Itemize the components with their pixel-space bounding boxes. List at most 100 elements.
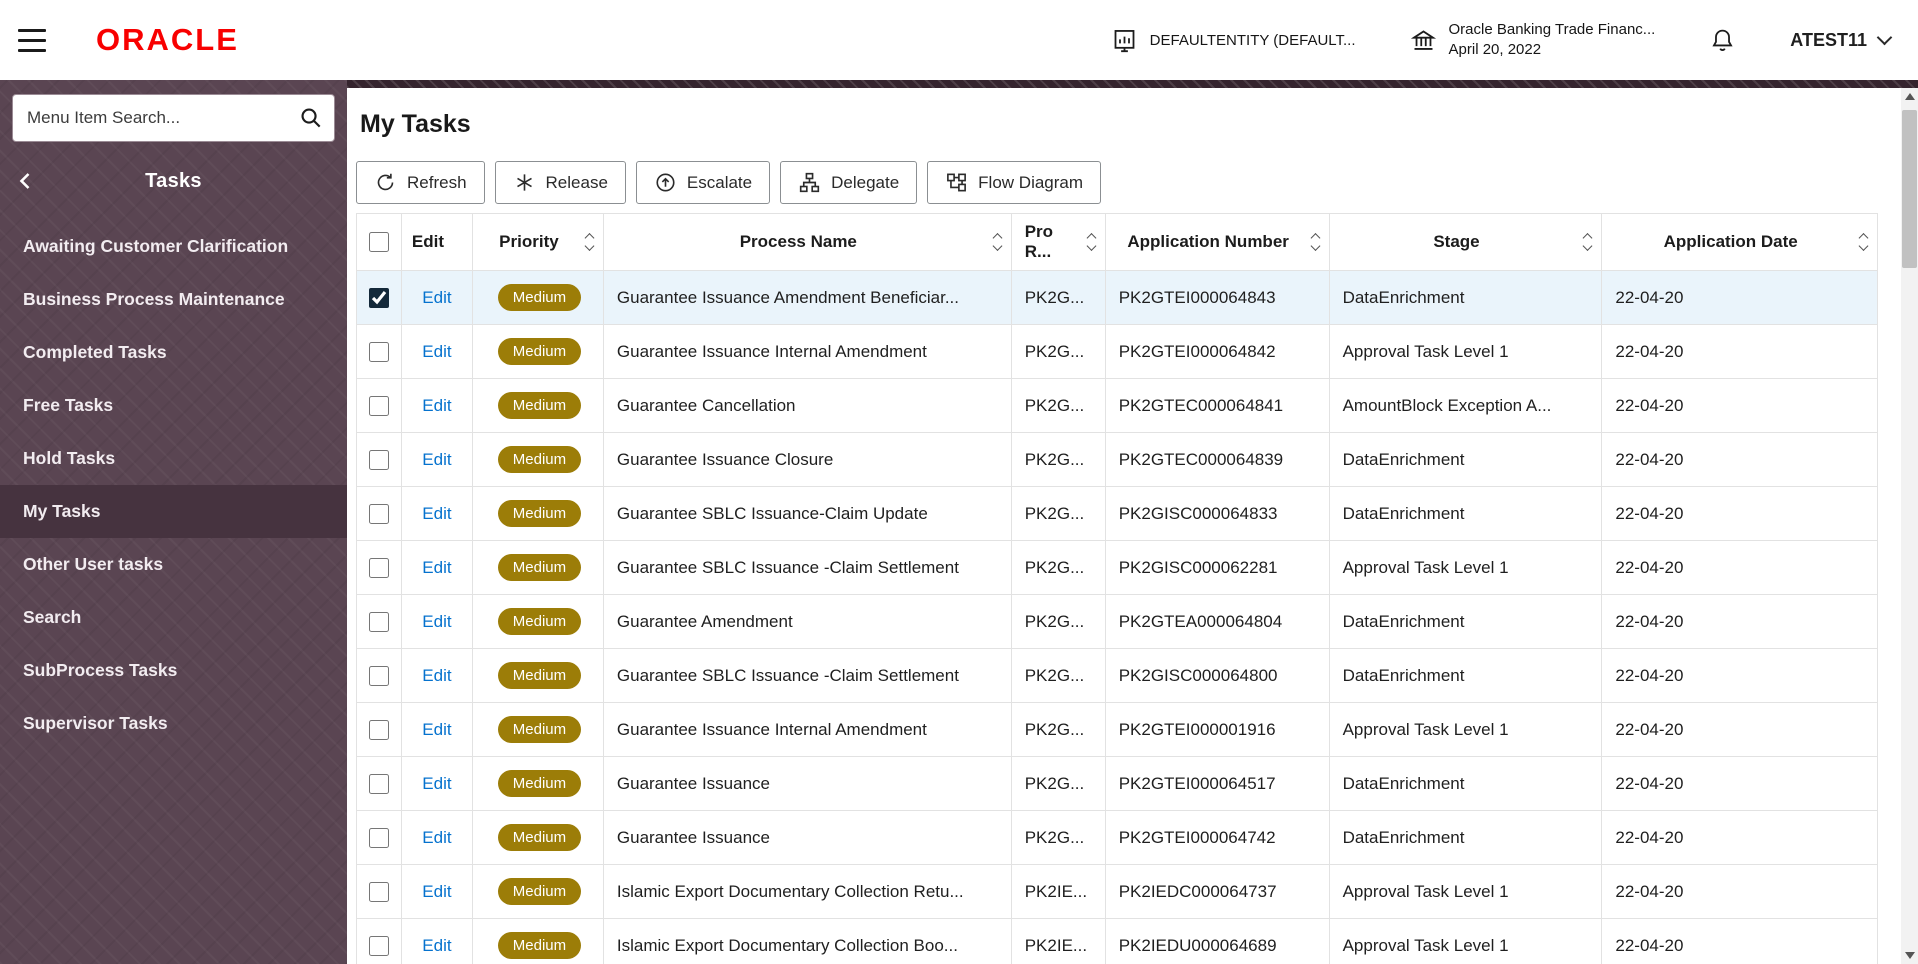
column-header-process-name[interactable]: Process Name <box>603 214 1011 271</box>
process-ref-cell: PK2G... <box>1011 541 1105 595</box>
row-checkbox[interactable] <box>369 504 389 524</box>
edit-link[interactable]: Edit <box>422 288 451 307</box>
stage-cell: Approval Task Level 1 <box>1329 703 1602 757</box>
sidebar-item-subprocess-tasks[interactable]: SubProcess Tasks <box>0 644 347 697</box>
menu-search-input[interactable] <box>12 94 335 142</box>
sort-icon[interactable] <box>586 235 593 250</box>
sidebar-item-business-process-maintenance[interactable]: Business Process Maintenance <box>0 273 347 326</box>
sidebar-item-supervisor-tasks[interactable]: Supervisor Tasks <box>0 697 347 750</box>
application-number-cell: PK2GTEI000001916 <box>1105 703 1329 757</box>
row-checkbox[interactable] <box>369 342 389 362</box>
edit-link[interactable]: Edit <box>422 936 451 955</box>
release-button[interactable]: Release <box>495 161 626 204</box>
row-checkbox[interactable] <box>369 558 389 578</box>
edit-link[interactable]: Edit <box>422 450 451 469</box>
table-row: Edit Medium Guarantee Issuance PK2G... P… <box>357 757 1878 811</box>
release-button-label: Release <box>546 173 608 193</box>
vertical-scrollbar[interactable] <box>1901 88 1918 964</box>
table-header-row: EditPriorityProcess NamePro R...Applicat… <box>357 214 1878 271</box>
sort-icon[interactable] <box>1584 235 1591 250</box>
column-header-application-date[interactable]: Application Date <box>1602 214 1878 271</box>
process-ref-cell: PK2G... <box>1011 595 1105 649</box>
edit-link[interactable]: Edit <box>422 396 451 415</box>
row-checkbox[interactable] <box>369 396 389 416</box>
escalate-button[interactable]: Escalate <box>636 161 770 204</box>
row-checkbox[interactable] <box>369 666 389 686</box>
process-name-cell: Guarantee Cancellation <box>603 379 1011 433</box>
column-header-stage[interactable]: Stage <box>1329 214 1602 271</box>
row-checkbox[interactable] <box>369 774 389 794</box>
edit-link[interactable]: Edit <box>422 342 451 361</box>
menu-search <box>12 94 335 142</box>
application-number-cell: PK2GISC000064800 <box>1105 649 1329 703</box>
priority-badge: Medium <box>498 554 581 581</box>
bank-icon <box>1410 27 1437 54</box>
row-checkbox[interactable] <box>369 882 389 902</box>
row-checkbox[interactable] <box>369 720 389 740</box>
app-header: ORACLE DEFAULTENTITY (DEFAULT... Oracle … <box>0 0 1918 80</box>
process-ref-cell: PK2G... <box>1011 811 1105 865</box>
edit-link[interactable]: Edit <box>422 558 451 577</box>
process-name-cell: Guarantee Issuance Internal Amendment <box>603 325 1011 379</box>
sidebar-item-awaiting-customer-clarification[interactable]: Awaiting Customer Clarification <box>0 220 347 273</box>
refresh-icon <box>374 171 397 194</box>
table-row: Edit Medium Guarantee Amendment PK2G... … <box>357 595 1878 649</box>
process-ref-cell: PK2IE... <box>1011 865 1105 919</box>
sidebar-item-label: SubProcess Tasks <box>23 660 177 680</box>
table-row: Edit Medium Guarantee SBLC Issuance -Cla… <box>357 649 1878 703</box>
row-checkbox[interactable] <box>369 288 389 308</box>
sidebar-item-hold-tasks[interactable]: Hold Tasks <box>0 432 347 485</box>
user-menu[interactable]: ATEST11 <box>1790 30 1890 51</box>
chevron-left-icon <box>14 169 38 193</box>
sort-icon[interactable] <box>1088 235 1095 250</box>
delegate-button[interactable]: Delegate <box>780 161 917 204</box>
sidebar-item-my-tasks[interactable]: My Tasks <box>0 485 347 538</box>
sidebar-item-free-tasks[interactable]: Free Tasks <box>0 379 347 432</box>
column-header-application-number[interactable]: Application Number <box>1105 214 1329 271</box>
sort-icon[interactable] <box>994 235 1001 250</box>
column-header-priority[interactable]: Priority <box>473 214 604 271</box>
table-row: Edit Medium Guarantee SBLC Issuance-Clai… <box>357 487 1878 541</box>
column-label: Application Date <box>1664 232 1798 251</box>
scroll-down-button[interactable] <box>1901 947 1918 964</box>
sidebar-section-header: Tasks <box>0 152 347 210</box>
sidebar-item-search[interactable]: Search <box>0 591 347 644</box>
row-checkbox[interactable] <box>369 612 389 632</box>
edit-link[interactable]: Edit <box>422 774 451 793</box>
refresh-button[interactable]: Refresh <box>356 161 485 204</box>
scrollbar-thumb[interactable] <box>1902 110 1917 268</box>
sidebar-item-completed-tasks[interactable]: Completed Tasks <box>0 326 347 379</box>
flow-diagram-button[interactable]: Flow Diagram <box>927 161 1101 204</box>
scroll-up-button[interactable] <box>1901 88 1918 105</box>
priority-badge: Medium <box>498 338 581 365</box>
hamburger-menu-button[interactable] <box>16 27 48 54</box>
sidebar-back-button[interactable] <box>14 169 38 193</box>
edit-link[interactable]: Edit <box>422 828 451 847</box>
edit-link[interactable]: Edit <box>422 612 451 631</box>
edit-link[interactable]: Edit <box>422 504 451 523</box>
sort-icon[interactable] <box>1860 235 1867 250</box>
entity-selector[interactable]: DEFAULTENTITY (DEFAULT... <box>1111 27 1356 54</box>
content-panel: My Tasks Refresh Release <box>347 88 1918 964</box>
edit-link[interactable]: Edit <box>422 720 451 739</box>
sidebar-item-other-user-tasks[interactable]: Other User tasks <box>0 538 347 591</box>
select-all-checkbox[interactable] <box>369 232 389 252</box>
edit-link[interactable]: Edit <box>422 666 451 685</box>
column-header-edit: Edit <box>401 214 472 271</box>
search-icon[interactable] <box>298 105 324 131</box>
toolbar: Refresh Release Escalate <box>356 161 1878 204</box>
edit-link[interactable]: Edit <box>422 882 451 901</box>
application-number-cell: PK2GTEA000064804 <box>1105 595 1329 649</box>
sort-icon[interactable] <box>1312 235 1319 250</box>
application-date-cell: 22-04-20 <box>1602 757 1878 811</box>
notification-bell-button[interactable] <box>1709 27 1736 54</box>
application-date-cell: 22-04-20 <box>1602 595 1878 649</box>
priority-badge: Medium <box>498 932 581 959</box>
page-title: My Tasks <box>360 110 1878 139</box>
app-window: ORACLE DEFAULTENTITY (DEFAULT... Oracle … <box>0 0 1918 964</box>
table-row: Edit Medium Guarantee SBLC Issuance -Cla… <box>357 541 1878 595</box>
row-checkbox[interactable] <box>369 450 389 470</box>
row-checkbox[interactable] <box>369 936 389 956</box>
column-header-pro-r[interactable]: Pro R... <box>1011 214 1105 271</box>
row-checkbox[interactable] <box>369 828 389 848</box>
